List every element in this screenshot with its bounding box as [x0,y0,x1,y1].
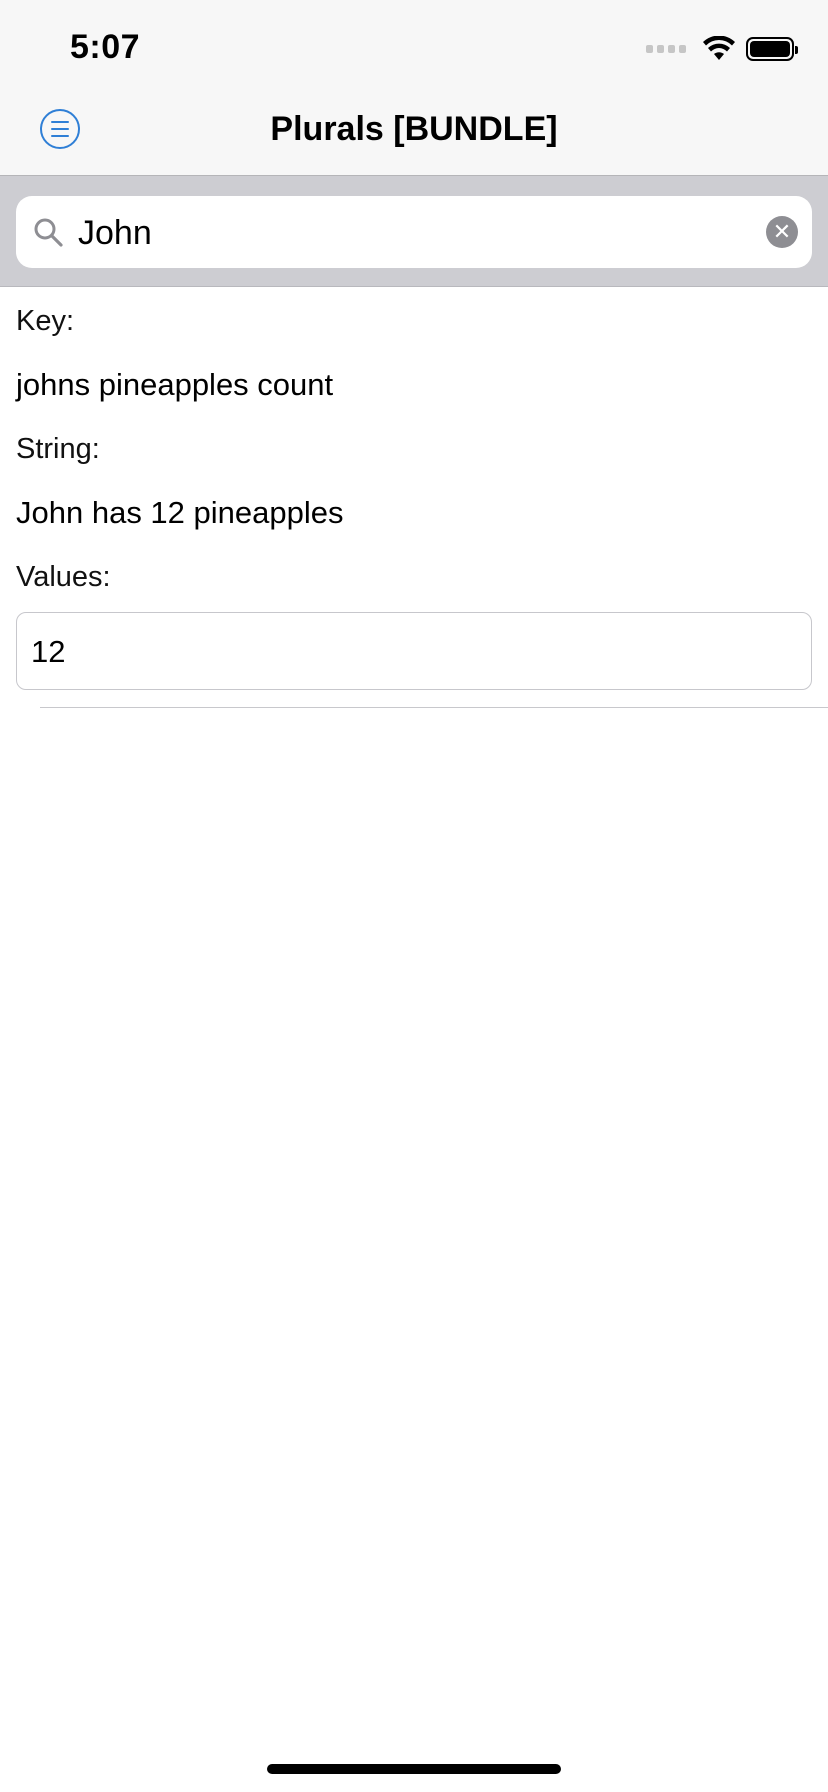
string-value: John has 12 pineapples [16,495,344,530]
status-bar: 5:07 [0,0,828,88]
wifi-icon [703,36,735,60]
search-bar: ✕ [0,176,828,287]
search-input[interactable] [76,204,740,262]
key-label: Key: [16,305,75,337]
page-title: Plurals [BUNDLE] [270,110,558,148]
status-time: 5:07 [70,28,141,66]
clear-icon: ✕ [772,219,792,244]
status-icons [646,34,798,64]
search-icon [34,218,63,247]
values-label: Values: [16,561,111,593]
clear-search-button[interactable]: ✕ [766,216,798,248]
search-field[interactable]: ✕ [16,196,812,268]
separator [40,707,828,708]
key-value: johns pineapples count [16,367,334,402]
cellular-signal-icon [646,45,686,53]
home-indicator[interactable] [267,1764,561,1774]
string-label: String: [16,433,100,465]
values-field[interactable] [16,612,812,690]
battery-icon [746,37,798,61]
navigation-bar: Plurals [BUNDLE] [0,88,828,176]
values-input[interactable] [29,623,793,681]
